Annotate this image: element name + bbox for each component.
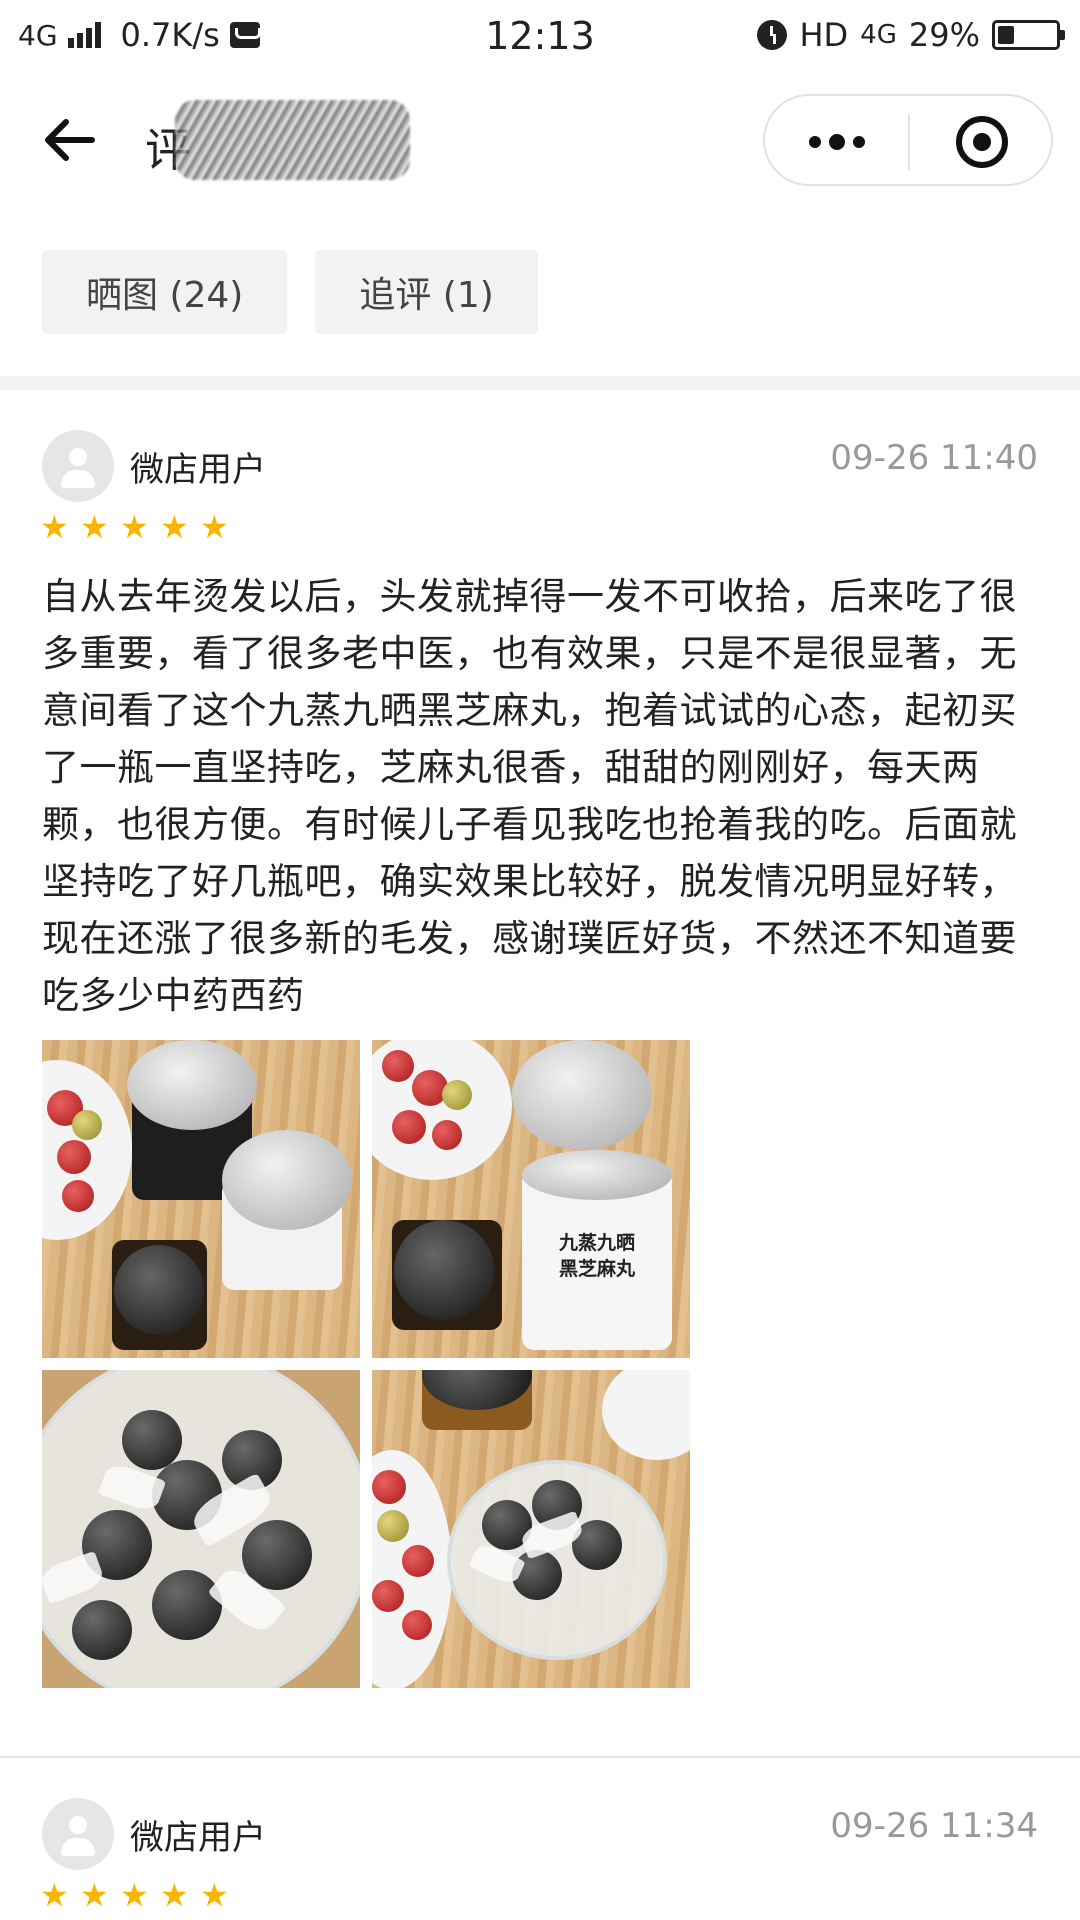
- arrow-left-icon: [45, 119, 95, 161]
- review-photo[interactable]: [42, 1040, 360, 1358]
- avatar: [42, 430, 114, 502]
- nav-bar: 评: [0, 80, 1080, 200]
- review-text: 自从去年烫发以后，头发就掉得一发不可收拾，后来吃了很多重要，看了很多老中医，也有…: [42, 575, 1017, 1017]
- star-icon: ★: [120, 508, 149, 546]
- review-time: 09-26 11:34: [830, 1806, 1038, 1846]
- star-icon: ★: [40, 508, 69, 546]
- review-divider: [0, 1756, 1080, 1758]
- review-time: 09-26 11:40: [830, 438, 1038, 478]
- star-icon: ★: [40, 1876, 69, 1914]
- star-icon: ★: [200, 508, 229, 546]
- section-divider: [0, 376, 1080, 390]
- alarm-icon: [757, 20, 788, 50]
- star-icon: ★: [160, 508, 189, 546]
- battery-icon: [992, 20, 1065, 50]
- close-button[interactable]: [910, 96, 1053, 188]
- user-icon: [69, 448, 87, 466]
- hd-indicator: HD: [799, 16, 849, 54]
- redacted-title-scribble: [175, 100, 410, 180]
- review-filters: 晒图 (24) 追评 (1): [42, 250, 538, 334]
- more-dots-icon: [808, 136, 821, 148]
- target-circle-icon: [955, 116, 1008, 168]
- filter-follow-up[interactable]: 追评 (1): [315, 250, 538, 334]
- star-icon: ★: [120, 1876, 149, 1914]
- more-button[interactable]: [765, 96, 908, 188]
- user-icon: [69, 1816, 87, 1834]
- battery-fill: [998, 26, 1014, 44]
- star-icon: ★: [80, 1876, 109, 1914]
- avatar: [42, 1798, 114, 1870]
- product-label: 九蒸九晒 黑芝麻丸: [537, 1230, 657, 1282]
- rating-stars: ★ ★ ★ ★ ★: [40, 1876, 230, 1914]
- review-username: 微店用户: [130, 450, 266, 490]
- network-type-right: 4G: [860, 20, 897, 50]
- review-photo[interactable]: [42, 1370, 360, 1688]
- star-icon: ★: [80, 508, 109, 546]
- status-right: HD 4G 29%: [757, 16, 1065, 54]
- review-photo[interactable]: [372, 1370, 690, 1688]
- review-photos: 九蒸九晒 黑芝麻丸: [42, 1040, 692, 1688]
- review-photo[interactable]: 九蒸九晒 黑芝麻丸: [372, 1040, 690, 1358]
- mini-program-capsule: [763, 94, 1053, 186]
- filter-with-photos[interactable]: 晒图 (24): [42, 250, 288, 334]
- star-icon: ★: [160, 1876, 189, 1914]
- battery-percent: 29%: [908, 16, 980, 54]
- rating-stars: ★ ★ ★ ★ ★: [40, 508, 230, 546]
- review-username: 微店用户: [130, 1818, 266, 1858]
- status-bar: 4G 0.7K/s 12:13 HD 4G 29%: [0, 0, 1080, 70]
- back-button[interactable]: [40, 110, 100, 170]
- star-icon: ★: [200, 1876, 229, 1914]
